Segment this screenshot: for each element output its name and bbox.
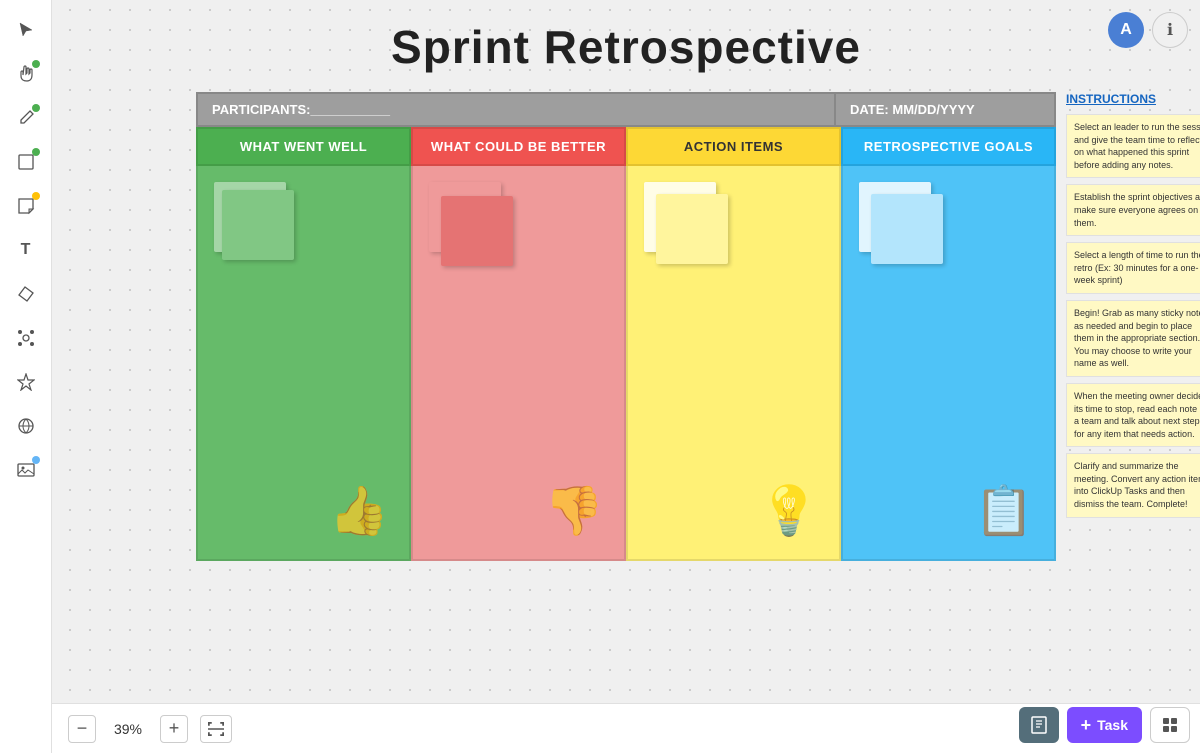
board-container: PARTICIPANTS:___________ DATE: MM/DD/YYY… bbox=[196, 92, 1056, 561]
date-field[interactable]: DATE: MM/DD/YYYY bbox=[836, 92, 1056, 127]
participants-field[interactable]: PARTICIPANTS:___________ bbox=[196, 92, 836, 127]
cursor-tool[interactable] bbox=[8, 12, 44, 48]
instruction-5: When the meeting owner decides its time … bbox=[1066, 383, 1200, 447]
shape-tool[interactable] bbox=[8, 144, 44, 180]
pen-tool[interactable] bbox=[8, 100, 44, 136]
col-body-went-well: 👍 bbox=[196, 166, 411, 561]
col-body-retro-goals: 📋 bbox=[841, 166, 1056, 561]
text-tool[interactable]: T bbox=[8, 232, 44, 268]
zoom-level-display: 39% bbox=[108, 721, 148, 737]
sticky-note-2[interactable] bbox=[222, 190, 294, 260]
top-right-area: A ℹ bbox=[1108, 12, 1188, 48]
component-tool[interactable] bbox=[8, 320, 44, 356]
thumbs-down-icon: 👎 bbox=[544, 482, 604, 539]
sticky-note-8[interactable] bbox=[871, 194, 943, 264]
bottom-right-actions: + Task bbox=[1019, 707, 1190, 743]
image-tool[interactable] bbox=[8, 452, 44, 488]
clipboard-icon: 📋 bbox=[974, 482, 1034, 539]
meta-row: PARTICIPANTS:___________ DATE: MM/DD/YYY… bbox=[196, 92, 1056, 127]
col-header-retro-goals: RETROSPECTIVE GOALS bbox=[841, 127, 1056, 166]
grid-view-button[interactable] bbox=[1150, 707, 1190, 743]
col-body-could-be-better: 👎 bbox=[411, 166, 626, 561]
instruction-6: Clarify and summarize the meeting. Conve… bbox=[1066, 453, 1200, 517]
zoom-out-button[interactable]: − bbox=[68, 715, 96, 743]
col-header-action-items: ACTION ITEMS bbox=[626, 127, 841, 166]
fit-screen-button[interactable] bbox=[200, 715, 232, 743]
col-body-action-items: 💡 bbox=[626, 166, 841, 561]
info-button[interactable]: ℹ bbox=[1152, 12, 1188, 48]
column-headers: WHAT WENT WELL WHAT COULD BE BETTER ACTI… bbox=[196, 127, 1056, 166]
globe-tool[interactable] bbox=[8, 408, 44, 444]
sticky-note-tool[interactable] bbox=[8, 188, 44, 224]
col-header-could-be-better: WHAT COULD BE BETTER bbox=[411, 127, 626, 166]
main-canvas: Sprint Retrospective PARTICIPANTS:______… bbox=[52, 0, 1200, 703]
hand-tool[interactable] bbox=[8, 56, 44, 92]
col-header-went-well: WHAT WENT WELL bbox=[196, 127, 411, 166]
task-button-label: Task bbox=[1097, 717, 1128, 733]
add-task-button[interactable]: + Task bbox=[1067, 707, 1142, 743]
sticky-note-4[interactable] bbox=[441, 196, 513, 266]
sticky-note-6[interactable] bbox=[656, 194, 728, 264]
left-toolbar: T bbox=[0, 0, 52, 753]
thumbs-up-icon: 👍 bbox=[329, 482, 389, 539]
plus-icon: + bbox=[1081, 715, 1092, 736]
ai-tool[interactable] bbox=[8, 364, 44, 400]
ruler-tool[interactable] bbox=[8, 276, 44, 312]
instruction-1: Select an leader to run the session and … bbox=[1066, 114, 1200, 178]
document-button[interactable] bbox=[1019, 707, 1059, 743]
page-title: Sprint Retrospective bbox=[391, 20, 861, 74]
columns-body: 👍 👎 💡 📋 bbox=[196, 166, 1056, 561]
avatar[interactable]: A bbox=[1108, 12, 1144, 48]
instruction-4: Begin! Grab as many sticky notes as need… bbox=[1066, 300, 1200, 377]
instruction-3: Select a length of time to run the retro… bbox=[1066, 242, 1200, 294]
lightbulb-icon: 💡 bbox=[759, 482, 819, 539]
instructions-panel: INSTRUCTIONS Select an leader to run the… bbox=[1066, 92, 1200, 524]
instructions-title[interactable]: INSTRUCTIONS bbox=[1066, 92, 1200, 106]
zoom-in-button[interactable]: + bbox=[160, 715, 188, 743]
instruction-2: Establish the sprint objectives and make… bbox=[1066, 184, 1200, 236]
